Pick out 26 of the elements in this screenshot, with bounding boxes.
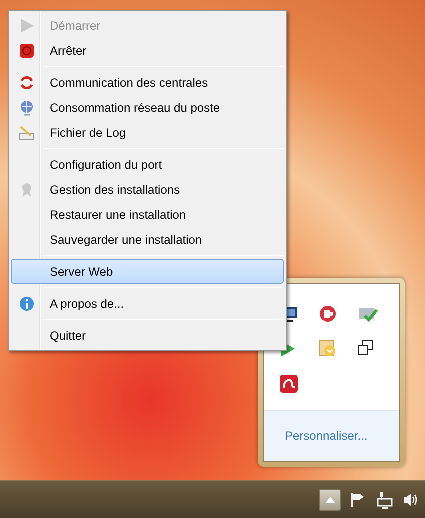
customize-link[interactable]: Personnaliser... — [285, 427, 368, 445]
globe-icon — [19, 100, 35, 116]
menu-item[interactable]: Consommation réseau du poste — [11, 95, 284, 120]
envelope-check-icon[interactable] — [358, 305, 378, 323]
caret-up-icon — [326, 496, 334, 502]
info-icon — [19, 296, 35, 312]
refresh-arrows-icon — [19, 74, 35, 90]
show-hidden-icons-button[interactable] — [319, 488, 341, 510]
speaker-icon[interactable] — [403, 492, 419, 508]
menu-item[interactable]: A propos de... — [11, 291, 284, 316]
menu-item[interactable]: Gestion des installations — [11, 177, 284, 202]
menu-item[interactable]: Arrêter — [11, 38, 284, 63]
windows-stack-icon[interactable] — [358, 340, 374, 356]
play-icon — [19, 18, 35, 34]
round-app-logo-icon[interactable] — [319, 305, 337, 323]
menu-item[interactable]: Sauvegarder une installation — [11, 227, 284, 252]
menu-item[interactable]: Fichier de Log — [11, 120, 284, 145]
flag-icon[interactable] — [351, 492, 365, 508]
menu-item[interactable]: Communication des centrales — [11, 70, 284, 95]
notepad-pencil-icon — [19, 124, 35, 140]
network-icon[interactable] — [375, 490, 393, 508]
menu-item[interactable]: Configuration du port — [11, 152, 284, 177]
menu-item[interactable]: Quitter — [11, 323, 284, 348]
menu-item[interactable]: Server Web — [11, 259, 284, 284]
menu-item[interactable]: Restaurer une installation — [11, 202, 284, 227]
stop-icon — [19, 42, 35, 58]
